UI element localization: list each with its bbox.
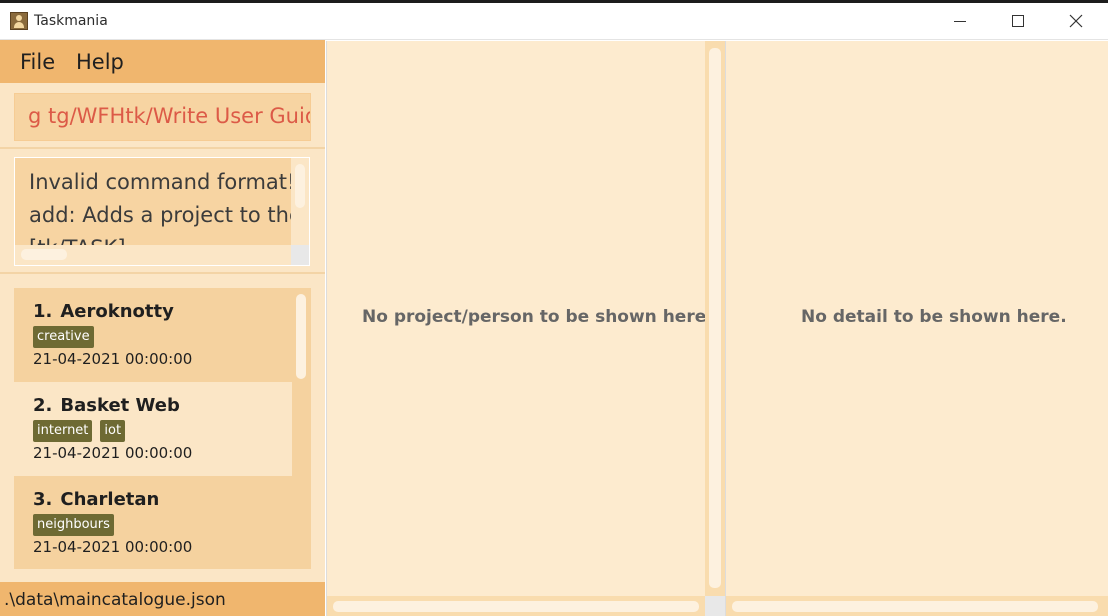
tag-badge: creative — [33, 326, 94, 348]
project-name: Basket Web — [60, 395, 180, 416]
status-bar: .\data\maincatalogue.json — [0, 582, 325, 616]
minimize-button[interactable] — [937, 3, 983, 39]
tag-list: creative — [33, 326, 94, 348]
result-area: Invalid command format! add: Adds a proj… — [0, 150, 325, 274]
result-vertical-scroll-thumb[interactable] — [295, 164, 305, 208]
close-icon — [1069, 14, 1083, 28]
left-panel: File Help g tg/WFHtk/Write User Guide In… — [0, 40, 325, 616]
middle-vertical-scrollbar[interactable] — [705, 41, 725, 596]
detail-panel: No detail to be shown here. — [725, 41, 1108, 616]
window-titlebar[interactable]: Taskmania — [0, 3, 1108, 40]
list-vertical-scroll-thumb[interactable] — [296, 294, 306, 379]
tag-badge: internet — [33, 420, 93, 442]
tag-badge: iot — [100, 420, 126, 442]
project-index: 1. — [33, 301, 53, 322]
result-vertical-scrollbar[interactable] — [291, 158, 309, 246]
project-name: Aeroknotty — [60, 301, 174, 322]
minimize-icon — [954, 20, 966, 22]
tag-list: internet iot — [33, 420, 126, 442]
result-line: add: Adds a project to the m — [29, 203, 310, 227]
detail-horizontal-scrollbar[interactable] — [726, 596, 1108, 616]
project-title: 1. Aeroknotty — [33, 301, 174, 322]
project-name: Charletan — [60, 489, 160, 510]
save-location-path: .\data\maincatalogue.json — [4, 590, 226, 610]
close-button[interactable] — [1053, 3, 1099, 39]
list-item[interactable]: 2. Basket Web internet iot 21-04-2021 00:… — [14, 382, 292, 476]
maximize-icon — [1012, 15, 1024, 27]
command-input[interactable]: g tg/WFHtk/Write User Guide — [14, 93, 311, 141]
empty-detail-text: No detail to be shown here. — [801, 307, 1067, 327]
detail-horizontal-scroll-thumb[interactable] — [732, 601, 1098, 612]
project-index: 3. — [33, 489, 53, 510]
menu-file[interactable]: File — [20, 50, 55, 74]
menu-help[interactable]: Help — [76, 50, 124, 74]
scrollbar-corner — [291, 245, 309, 265]
list-item[interactable]: 1. Aeroknotty creative 21-04-2021 00:00:0… — [14, 288, 292, 382]
project-date: 21-04-2021 00:00:00 — [33, 444, 193, 462]
result-horizontal-scrollbar[interactable] — [15, 245, 293, 265]
project-list: 1. Aeroknotty creative 21-04-2021 00:00:0… — [14, 288, 311, 569]
result-display[interactable]: Invalid command format! add: Adds a proj… — [14, 157, 310, 266]
project-date: 21-04-2021 00:00:00 — [33, 350, 193, 368]
project-index: 2. — [33, 395, 53, 416]
command-input-value: g tg/WFHtk/Write User Guide — [28, 104, 311, 128]
tag-list: neighbours — [33, 514, 114, 536]
list-vertical-scrollbar[interactable] — [292, 288, 311, 569]
project-person-content: No project/person to be shown here. — [327, 41, 713, 596]
middle-horizontal-scrollbar[interactable] — [327, 596, 705, 616]
project-date: 21-04-2021 00:00:00 — [33, 538, 193, 556]
maximize-button[interactable] — [995, 3, 1041, 39]
middle-horizontal-scroll-thumb[interactable] — [333, 601, 699, 612]
result-line: Invalid command format! — [29, 170, 296, 194]
menu-bar: File Help — [0, 40, 325, 83]
middle-vertical-scroll-thumb[interactable] — [709, 48, 721, 588]
result-horizontal-scroll-thumb[interactable] — [21, 249, 67, 260]
project-title: 3. Charletan — [33, 489, 159, 510]
project-person-panel: No project/person to be shown here. — [326, 41, 725, 616]
list-item[interactable]: 3. Charletan neighbours 21-04-2021 00:00:… — [14, 476, 292, 569]
app-person-icon — [10, 12, 28, 30]
command-area: g tg/WFHtk/Write User Guide — [0, 83, 325, 149]
empty-placeholder-text: No project/person to be shown here. — [362, 307, 713, 327]
window-title: Taskmania — [34, 13, 108, 29]
tag-badge: neighbours — [33, 514, 114, 536]
project-title: 2. Basket Web — [33, 395, 180, 416]
scrollbar-corner — [705, 596, 725, 616]
